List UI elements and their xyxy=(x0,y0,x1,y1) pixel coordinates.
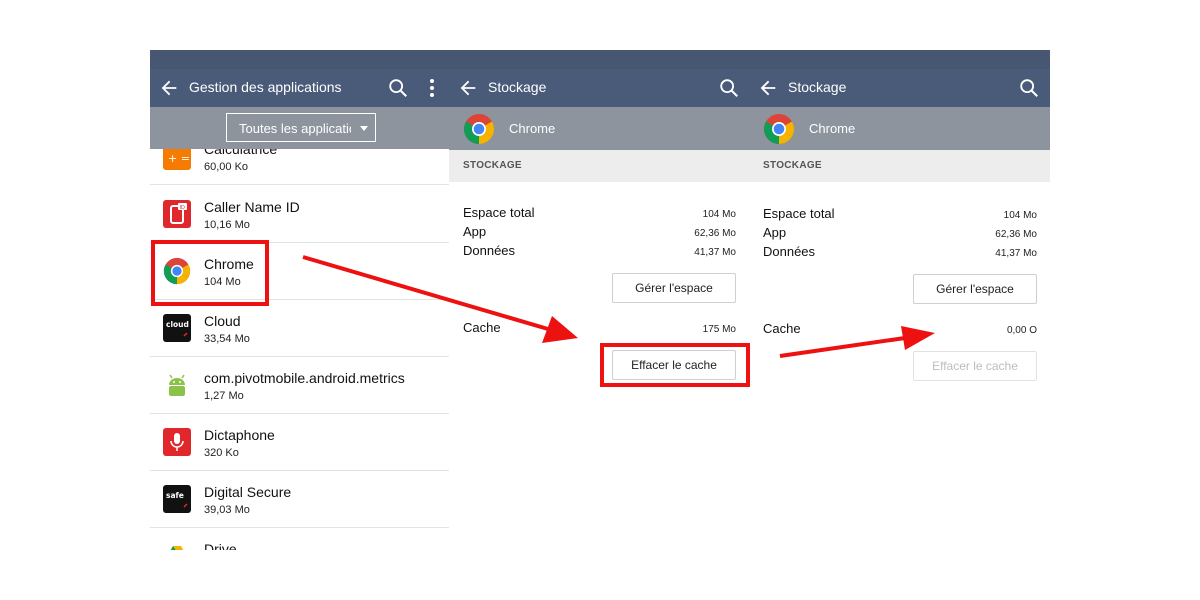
list-item-cloud[interactable]: cloud Cloud 33,54 Mo xyxy=(150,300,449,357)
calculator-icon: + = xyxy=(163,149,191,170)
screen-title: Stockage xyxy=(788,79,847,95)
chrome-icon xyxy=(463,114,495,144)
data-size-value: 41,37 Mo xyxy=(995,248,1037,259)
data-size-label: Données xyxy=(763,244,816,259)
storage-section-header: STOCKAGE xyxy=(749,150,1050,182)
app-size: 10,16 Mo xyxy=(204,219,250,231)
list-item-dictaphone[interactable]: Dictaphone 320 Ko xyxy=(150,414,449,471)
app-size: 320 Ko xyxy=(204,447,239,459)
back-arrow-icon[interactable] xyxy=(757,77,779,99)
app-bar: Gestion des applications xyxy=(150,69,449,107)
app-size-value: 62,36 Mo xyxy=(694,228,736,239)
svg-text:ID: ID xyxy=(180,205,185,211)
list-item-calculatrice[interactable]: + = Calculatrice 60,00 Ko xyxy=(150,149,449,185)
screen-title: Stockage xyxy=(488,79,547,95)
section-title: STOCKAGE xyxy=(763,160,822,171)
app-header: Chrome xyxy=(749,107,1050,150)
manage-space-button[interactable]: Gérer l'espace xyxy=(913,274,1037,304)
app-size: 60,00 Ko xyxy=(204,161,249,173)
manage-space-button[interactable]: Gérer l'espace xyxy=(612,273,736,303)
app-size-label: App xyxy=(763,225,787,240)
search-icon[interactable] xyxy=(718,77,740,99)
app-size-label: App xyxy=(463,224,487,239)
app-size: 33,54 Mo xyxy=(204,333,250,345)
clear-cache-button-disabled[interactable]: Effacer le cache xyxy=(913,351,1037,381)
search-icon[interactable] xyxy=(387,77,409,99)
svg-text:+ =: + = xyxy=(168,152,190,165)
back-arrow-icon[interactable] xyxy=(158,77,180,99)
list-item-digital-secure[interactable]: safe Digital Secure 39,03 Mo xyxy=(150,471,449,528)
caller-id-icon: ID xyxy=(163,200,191,228)
chrome-highlight-box xyxy=(151,240,269,306)
section-title: STOCKAGE xyxy=(463,160,522,171)
cache-label: Cache xyxy=(763,321,801,336)
total-space-label: Espace total xyxy=(463,205,535,220)
search-icon[interactable] xyxy=(1018,77,1040,99)
svg-text:cloud: cloud xyxy=(166,320,189,329)
app-name: com.pivotmobile.android.metrics xyxy=(204,370,405,386)
app-name: Dictaphone xyxy=(204,427,275,443)
status-bar xyxy=(749,50,1050,69)
storage-screen-after: Stockage Chrome STOCKAGE Espace total 10… xyxy=(749,50,1050,550)
status-bar xyxy=(449,50,749,69)
app-header: Chrome xyxy=(449,107,749,150)
storage-section-header: STOCKAGE xyxy=(449,150,749,182)
drive-icon xyxy=(163,542,191,550)
app-name: Cloud xyxy=(204,313,241,329)
app-bar: Stockage xyxy=(749,69,1050,107)
more-options-icon[interactable] xyxy=(427,77,437,99)
clear-cache-highlight-box xyxy=(600,343,750,387)
app-bar: Stockage xyxy=(449,69,749,107)
list-item-drive[interactable]: Drive xyxy=(150,528,449,550)
app-size: 39,03 Mo xyxy=(204,504,250,516)
storage-screen-before: Stockage Chrome STOCKAGE Espace total 10… xyxy=(449,50,749,550)
android-icon xyxy=(163,371,191,399)
cloud-icon: cloud xyxy=(163,314,191,342)
app-size-value: 62,36 Mo xyxy=(995,229,1037,240)
total-space-value: 104 Mo xyxy=(702,209,736,220)
cache-value: 0,00 O xyxy=(1006,325,1037,336)
list-item-pivotmobile-metrics[interactable]: com.pivotmobile.android.metrics 1,27 Mo xyxy=(150,357,449,414)
safe-icon: safe xyxy=(163,485,191,513)
app-name: Drive xyxy=(204,541,237,550)
list-item-caller-name-id[interactable]: ID Caller Name ID 10,16 Mo xyxy=(150,186,449,243)
app-name: Chrome xyxy=(809,121,856,136)
back-arrow-icon[interactable] xyxy=(457,77,479,99)
data-size-value: 41,37 Mo xyxy=(694,247,736,258)
app-name: Caller Name ID xyxy=(204,199,300,215)
app-filter-value: Toutes les applications xyxy=(239,121,351,136)
app-size: 1,27 Mo xyxy=(204,390,244,402)
data-size-label: Données xyxy=(463,243,516,258)
total-space-value: 104 Mo xyxy=(1003,210,1037,221)
app-filter-dropdown[interactable]: Toutes les applications xyxy=(226,113,376,142)
app-name: Chrome xyxy=(509,121,556,136)
microphone-icon xyxy=(163,428,191,456)
app-list: + = Calculatrice 60,00 Ko ID Caller Name… xyxy=(150,149,449,550)
app-name: Digital Secure xyxy=(204,484,292,500)
dropdown-arrow-icon xyxy=(360,126,368,131)
svg-text:safe: safe xyxy=(166,491,184,500)
screen-title: Gestion des applications xyxy=(189,79,342,95)
cache-label: Cache xyxy=(463,320,501,335)
total-space-label: Espace total xyxy=(763,206,835,221)
chrome-icon xyxy=(763,114,795,144)
cache-value: 175 Mo xyxy=(702,324,736,335)
status-bar xyxy=(150,50,449,69)
filter-bar: Toutes les applications xyxy=(150,107,449,149)
app-name: Calculatrice xyxy=(204,149,278,157)
